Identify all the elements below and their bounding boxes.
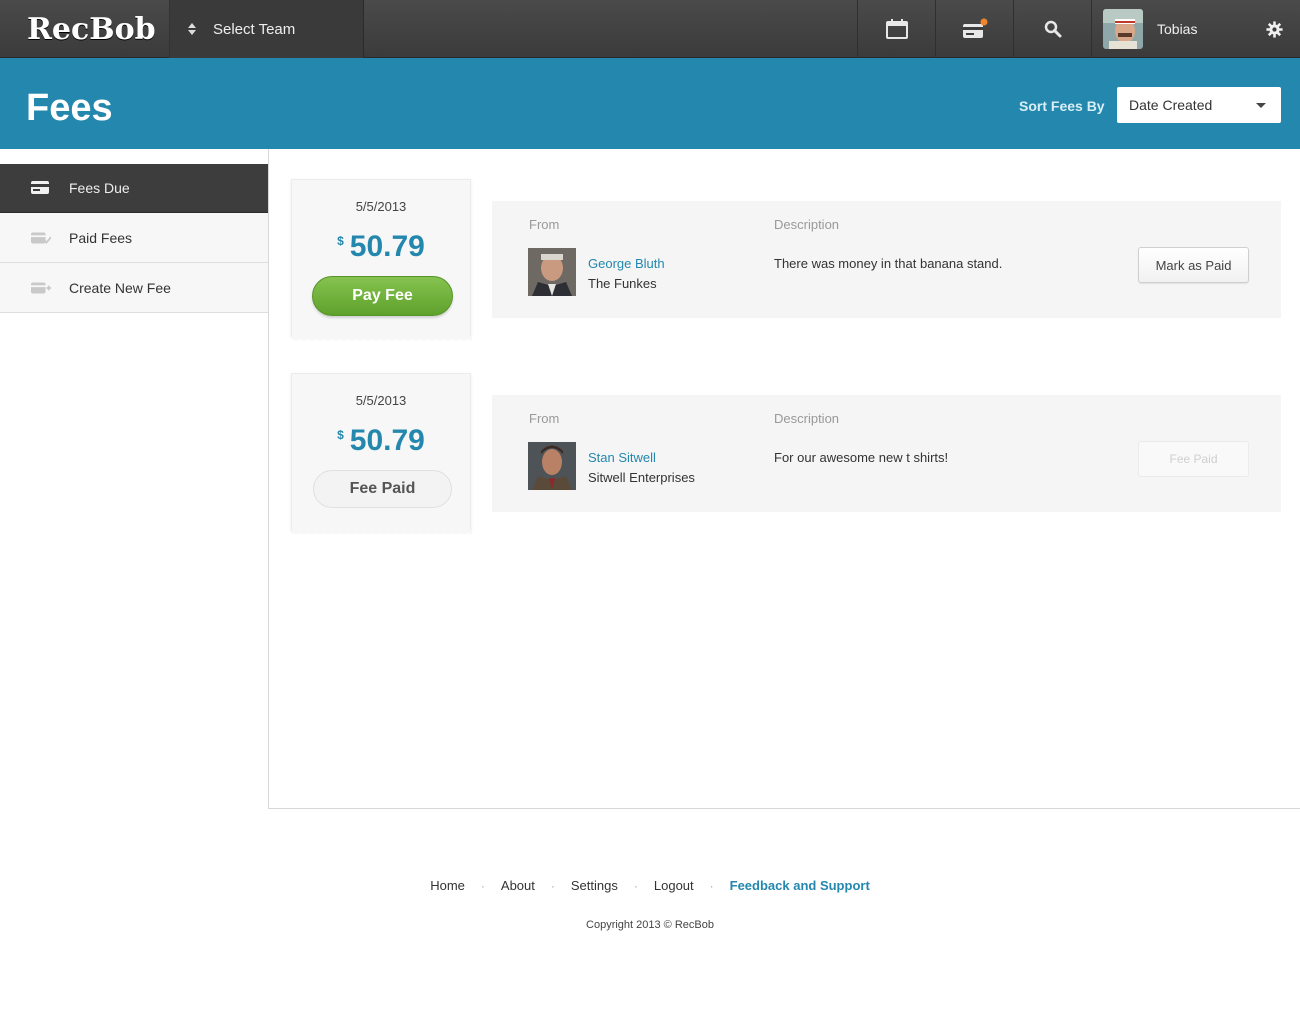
page-header: Fees Sort Fees By Date Created [0, 58, 1300, 149]
fees-button[interactable] [935, 0, 1013, 58]
footer-link-feedback[interactable]: Feedback and Support [730, 878, 870, 893]
footer-link-about[interactable]: About [501, 878, 535, 893]
footer-nav: Home · About · Settings · Logout · Feedback and … [0, 878, 1300, 893]
from-label: From [529, 217, 560, 232]
fees-content: 5/5/2013 $50.79 Pay Fee From Description… [268, 149, 1300, 809]
fee-paid-badge: Fee Paid [313, 470, 452, 508]
card-icon [962, 18, 987, 38]
footer-separator: · [550, 879, 555, 893]
top-bar: RecBob Select Team Tobias [0, 0, 1300, 58]
copyright: Copyright 2013 © RecBob [586, 919, 714, 931]
person-org: Sitwell Enterprises [588, 470, 695, 485]
user-menu[interactable]: Tobias [1091, 0, 1300, 58]
person-photo[interactable] [528, 442, 576, 490]
description-label: Description [774, 411, 840, 426]
card-check-icon [31, 231, 51, 245]
fee-paid-button: Fee Paid [1138, 441, 1249, 477]
currency-symbol: $ [337, 428, 344, 442]
person-org: The Funkes [588, 276, 657, 291]
pay-fee-button[interactable]: Pay Fee [312, 276, 453, 316]
currency-symbol: $ [337, 234, 344, 248]
sort-label: Sort Fees By [1019, 98, 1105, 114]
fee-description: For our awesome new t shirts! [774, 450, 949, 465]
search-icon [1044, 20, 1061, 38]
from-label: From [529, 411, 560, 426]
gear-icon[interactable] [1266, 21, 1283, 38]
sort-select-value: Date Created [1129, 97, 1213, 113]
calendar-button[interactable] [857, 0, 935, 58]
calendar-icon [885, 19, 908, 39]
sidebar-item-create-new-fee[interactable]: Create New Fee [0, 263, 269, 313]
user-name: Tobias [1157, 21, 1198, 37]
fee-amount: $50.79 [337, 424, 425, 457]
team-select[interactable]: Select Team [170, 0, 364, 58]
person-name-link[interactable]: Stan Sitwell [588, 450, 656, 465]
footer-separator: · [480, 879, 485, 893]
description-label: Description [774, 217, 840, 232]
footer-separator: · [709, 879, 714, 893]
app-logo[interactable]: RecBob [0, 0, 170, 58]
card-plus-icon [31, 281, 51, 295]
footer-link-settings[interactable]: Settings [571, 878, 618, 893]
fee-detail-card: From Description Stan Sitwell Sitwell En… [492, 395, 1281, 512]
fee-description: There was money in that banana stand. [774, 256, 1003, 271]
sidebar-item-label: Create New Fee [69, 279, 171, 296]
footer-link-logout[interactable]: Logout [654, 878, 694, 893]
avatar[interactable] [1103, 9, 1143, 49]
fee-ticket: 5/5/2013 $50.79 Fee Paid [291, 373, 472, 536]
person-name-link[interactable]: George Bluth [588, 256, 665, 271]
page-title: Fees [26, 87, 113, 129]
footer-link-home[interactable]: Home [430, 878, 465, 893]
sidebar-item-fees-due[interactable]: Fees Due [0, 164, 269, 213]
person-photo[interactable] [528, 248, 576, 296]
sidebar-item-label: Paid Fees [69, 229, 133, 246]
updown-arrows-icon [187, 23, 197, 35]
fee-detail-card: From Description George Bluth The Funkes… [492, 201, 1281, 318]
fee-ticket: 5/5/2013 $50.79 Pay Fee [291, 179, 472, 342]
mark-as-paid-button[interactable]: Mark as Paid [1138, 247, 1249, 283]
team-select-label: Select Team [213, 20, 296, 38]
sidebar: Fees Due Paid Fees Create New Fee [0, 164, 269, 313]
fee-date: 5/5/2013 [355, 199, 407, 214]
notification-dot [980, 18, 987, 26]
chevron-down-icon [1256, 103, 1266, 108]
fee-amount: $50.79 [337, 230, 425, 263]
fee-date: 5/5/2013 [355, 393, 407, 408]
card-icon [31, 181, 51, 195]
sidebar-item-label: Fees Due [69, 180, 130, 196]
sort-select[interactable]: Date Created [1117, 87, 1281, 123]
search-button[interactable] [1013, 0, 1091, 58]
footer-separator: · [633, 879, 638, 893]
sidebar-item-paid-fees[interactable]: Paid Fees [0, 213, 269, 263]
